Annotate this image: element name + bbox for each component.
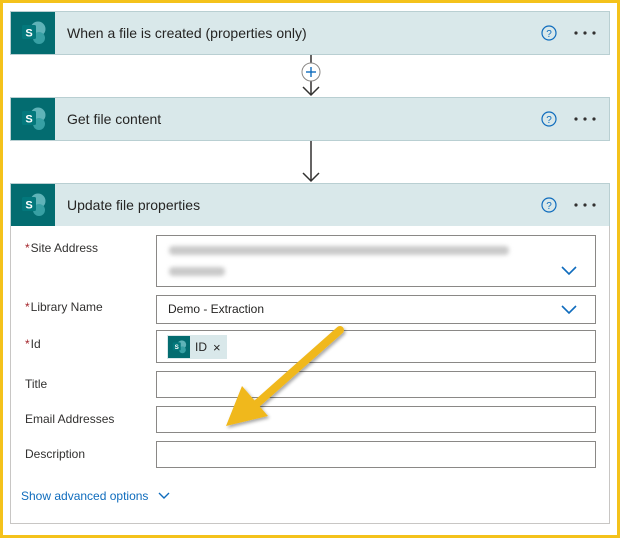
help-icon[interactable]: ? — [541, 197, 557, 213]
required-marker: * — [25, 241, 30, 255]
description-label: Description — [25, 447, 86, 461]
step-connector — [302, 141, 320, 183]
step-card-update-file-properties[interactable]: S Update file properties ? — [10, 183, 610, 227]
help-icon[interactable]: ? — [541, 111, 557, 127]
step-title: Update file properties — [67, 197, 201, 213]
library-name-label: *Library Name — [25, 300, 103, 314]
more-options-icon[interactable] — [571, 196, 599, 214]
more-options-icon[interactable] — [571, 24, 599, 42]
library-name-value: Demo - Extraction — [168, 302, 265, 316]
sharepoint-logo-icon: S — [11, 184, 55, 226]
site-address-label: *Site Address — [25, 241, 99, 255]
more-options-icon[interactable] — [571, 110, 599, 128]
step-card-when-file-created[interactable]: S When a file is created (properties onl… — [10, 11, 610, 55]
sharepoint-logo-icon: S — [11, 12, 55, 54]
title-label: Title — [25, 377, 48, 391]
step-card-get-file-content[interactable]: S Get file content ? — [10, 97, 610, 141]
email-addresses-label: Email Addresses — [25, 412, 115, 426]
description-input[interactable] — [156, 441, 596, 468]
id-label: *Id — [25, 337, 41, 351]
required-marker: * — [25, 300, 30, 314]
chevron-down-icon — [158, 492, 170, 499]
annotation-arrow — [226, 326, 344, 426]
library-name-dropdown[interactable]: Demo - Extraction — [156, 295, 596, 324]
required-marker: * — [25, 337, 30, 351]
blurred-site-url — [169, 267, 225, 276]
step-title: When a file is created (properties only) — [67, 25, 307, 41]
svg-text:S: S — [25, 114, 32, 126]
step-title: Get file content — [67, 111, 162, 127]
sharepoint-logo-icon: S — [168, 336, 190, 358]
site-address-field[interactable] — [156, 235, 596, 287]
plus-icon[interactable] — [301, 62, 321, 82]
dynamic-content-token[interactable]: S ID × — [167, 335, 227, 359]
chevron-down-icon[interactable] — [561, 266, 577, 276]
token-label: ID — [195, 340, 207, 354]
chevron-down-icon[interactable] — [561, 305, 577, 315]
sharepoint-logo-icon: S — [11, 98, 55, 140]
svg-text:?: ? — [546, 201, 552, 212]
blurred-site-url — [169, 246, 509, 255]
svg-text:?: ? — [546, 115, 552, 126]
show-advanced-options-link[interactable]: Show advanced options — [21, 489, 170, 503]
svg-text:?: ? — [546, 29, 552, 40]
help-icon[interactable]: ? — [541, 25, 557, 41]
svg-text:S: S — [175, 344, 179, 351]
svg-text:S: S — [25, 200, 32, 212]
svg-text:S: S — [25, 28, 32, 40]
show-advanced-label: Show advanced options — [21, 489, 149, 503]
